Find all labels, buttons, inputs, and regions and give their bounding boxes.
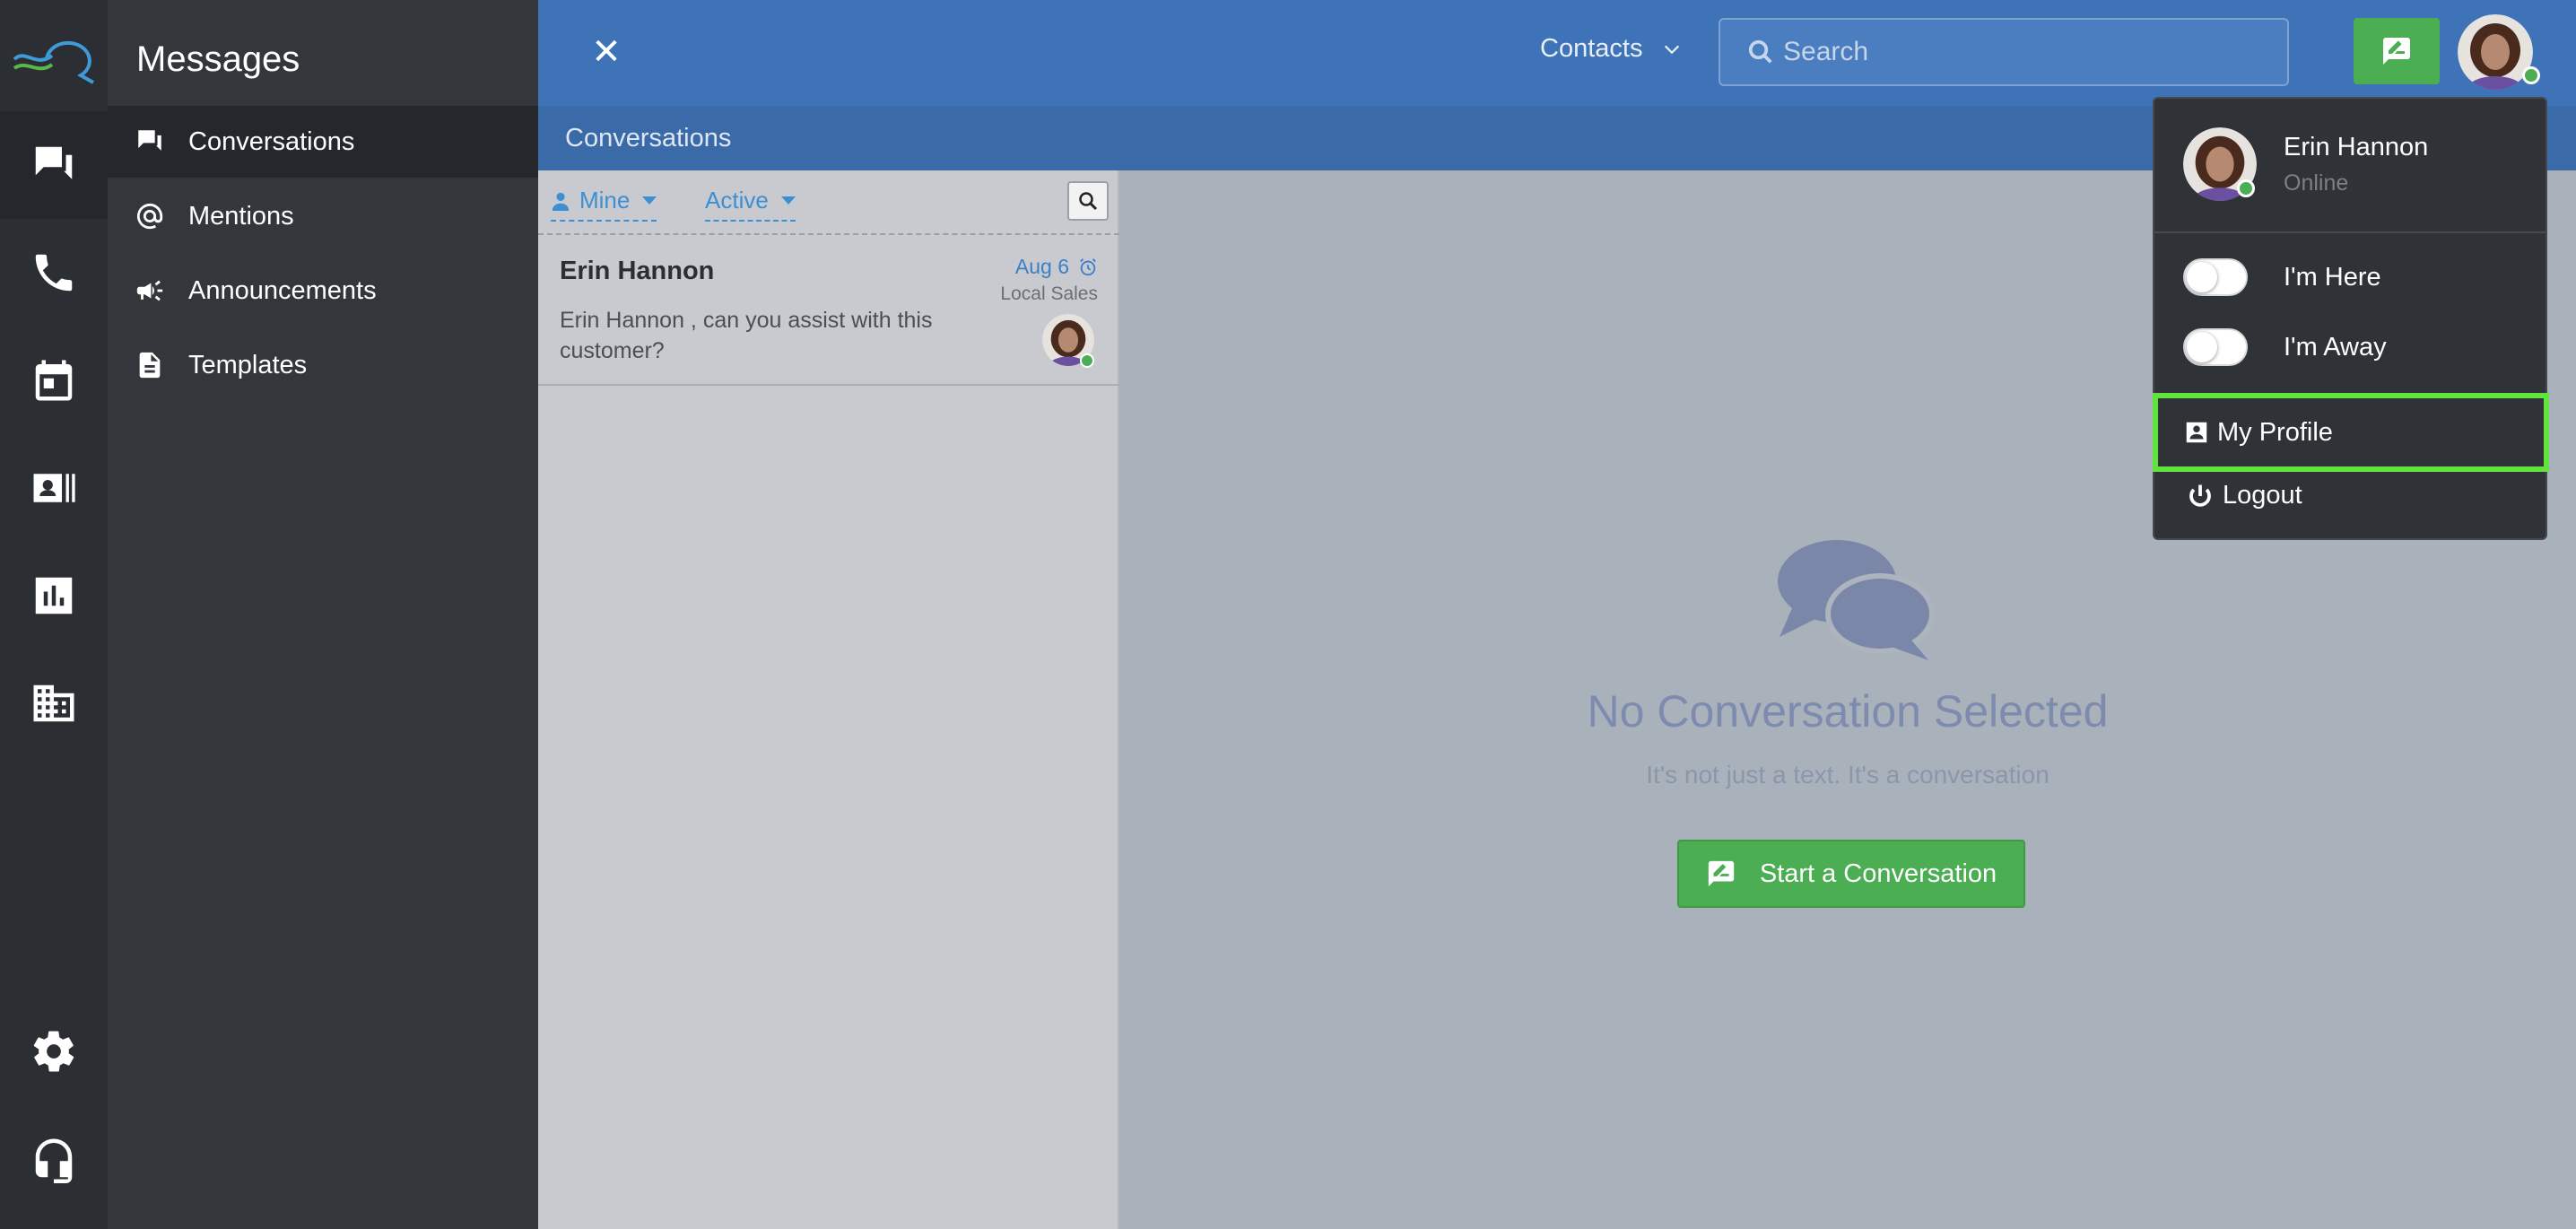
phone-icon — [35, 254, 73, 292]
calendar-icon — [35, 360, 73, 401]
rail-reports[interactable] — [0, 542, 108, 649]
contacts-card-icon — [33, 474, 75, 502]
app-logo — [13, 40, 94, 84]
im-away-label: I'm Away — [2284, 332, 2387, 362]
close-icon[interactable]: ✕ — [585, 31, 628, 74]
messages-sidebar: Messages Conversations Mentions Announce… — [108, 0, 538, 1229]
conversation-department: Local Sales — [1000, 283, 1098, 304]
support-headset-icon — [35, 1138, 73, 1183]
icon-rail — [0, 0, 108, 1229]
my-profile-menu-item[interactable]: My Profile — [2153, 393, 2549, 472]
settings-icon — [33, 1031, 74, 1072]
sidebar-item-mentions[interactable]: Mentions — [108, 180, 538, 252]
toggle-knob — [2187, 332, 2217, 362]
power-icon — [2189, 484, 2211, 507]
search-icon — [1079, 192, 1098, 211]
filter-active[interactable]: Active — [705, 187, 796, 222]
search-input[interactable] — [1783, 37, 2285, 67]
sidebar-item-conversations[interactable]: Conversations — [108, 106, 538, 178]
search-icon — [1748, 39, 1772, 64]
sidebar-item-label: Conversations — [188, 126, 355, 156]
rail-organization[interactable] — [0, 649, 108, 757]
reports-icon — [35, 577, 73, 614]
filter-active-label: Active — [705, 187, 769, 214]
menu-divider — [2154, 231, 2546, 233]
messages-icon — [35, 146, 73, 179]
sidebar-title: Messages — [136, 39, 300, 79]
sidebar-item-label: Templates — [188, 350, 308, 379]
conversation-preview: Erin Hannon , can you assist with this c… — [560, 308, 933, 363]
caret-down-icon — [642, 196, 657, 205]
im-here-toggle[interactable] — [2183, 258, 2248, 296]
caret-down-icon — [780, 196, 796, 205]
document-icon — [139, 352, 161, 379]
empty-state-subtitle: It's not just a text. It's a conversatio… — [1646, 761, 2049, 789]
contacts-label: Contacts — [1540, 34, 1643, 63]
megaphone-icon — [136, 280, 163, 301]
my-profile-label: My Profile — [2217, 417, 2333, 447]
conversations-icon — [138, 130, 161, 151]
chat-bubbles-icon — [1778, 540, 1935, 660]
compose-message-icon — [2383, 38, 2410, 65]
sidebar-item-announcements[interactable]: Announcements — [108, 255, 538, 327]
contacts-dropdown[interactable]: Contacts — [1540, 34, 1682, 64]
user-menu-status: Online — [2284, 170, 2349, 196]
start-conversation-button[interactable]: Start a Conversation — [1677, 840, 2025, 908]
start-conversation-label: Start a Conversation — [1759, 859, 1997, 888]
conversation-date: Aug 6 — [1015, 255, 1098, 279]
rail-contacts[interactable] — [0, 434, 108, 542]
sidebar-item-label: Mentions — [188, 201, 294, 231]
filter-mine-label: Mine — [579, 187, 631, 214]
at-icon — [136, 203, 163, 230]
logout-menu-item[interactable]: Logout — [2187, 481, 2302, 510]
im-away-toggle[interactable] — [2183, 328, 2248, 366]
empty-state-title: No Conversation Selected — [1587, 686, 2109, 737]
search-box — [1719, 18, 2289, 86]
compose-button[interactable] — [2354, 18, 2440, 84]
online-status-dot — [1080, 353, 1094, 368]
online-status-dot — [2522, 66, 2540, 84]
rail-calendar[interactable] — [0, 327, 108, 434]
building-icon — [33, 684, 74, 722]
toggle-row-away: I'm Away — [2183, 325, 2524, 370]
person-icon — [552, 192, 570, 211]
toggle-knob — [2187, 262, 2217, 292]
conversation-date-text: Aug 6 — [1014, 255, 1069, 278]
im-here-label: I'm Here — [2284, 262, 2381, 292]
rail-phone[interactable] — [0, 219, 108, 327]
conversation-row[interactable]: Erin Hannon Erin Hannon , can you assist… — [538, 237, 1119, 386]
rail-messages[interactable] — [0, 111, 108, 219]
profile-card-icon — [2186, 422, 2207, 443]
user-avatar[interactable] — [2458, 14, 2533, 90]
sidebar-item-templates[interactable]: Templates — [108, 329, 538, 401]
toggle-row-here: I'm Here — [2183, 255, 2524, 300]
rail-support[interactable] — [0, 1105, 108, 1213]
conversation-list: Mine Active Erin Hannon Erin Hannon , ca… — [538, 170, 1119, 1229]
list-search-button[interactable] — [1067, 181, 1109, 221]
top-bar: ✕ Contacts — [538, 0, 2576, 106]
alarm-clock-icon — [1080, 257, 1096, 275]
compose-message-icon — [1708, 860, 1734, 887]
logout-label: Logout — [2223, 481, 2302, 510]
conversation-name: Erin Hannon — [560, 257, 715, 285]
filter-mine[interactable]: Mine — [551, 187, 657, 222]
sidebar-item-label: Announcements — [188, 275, 377, 305]
chevron-down-icon — [1665, 45, 1680, 54]
user-menu: Erin Hannon Online I'm Here I'm Away My … — [2153, 97, 2549, 540]
rail-settings[interactable] — [0, 998, 108, 1105]
online-status-dot — [2237, 179, 2255, 197]
list-filters: Mine Active — [538, 170, 1119, 235]
user-menu-name: Erin Hannon — [2284, 133, 2429, 161]
